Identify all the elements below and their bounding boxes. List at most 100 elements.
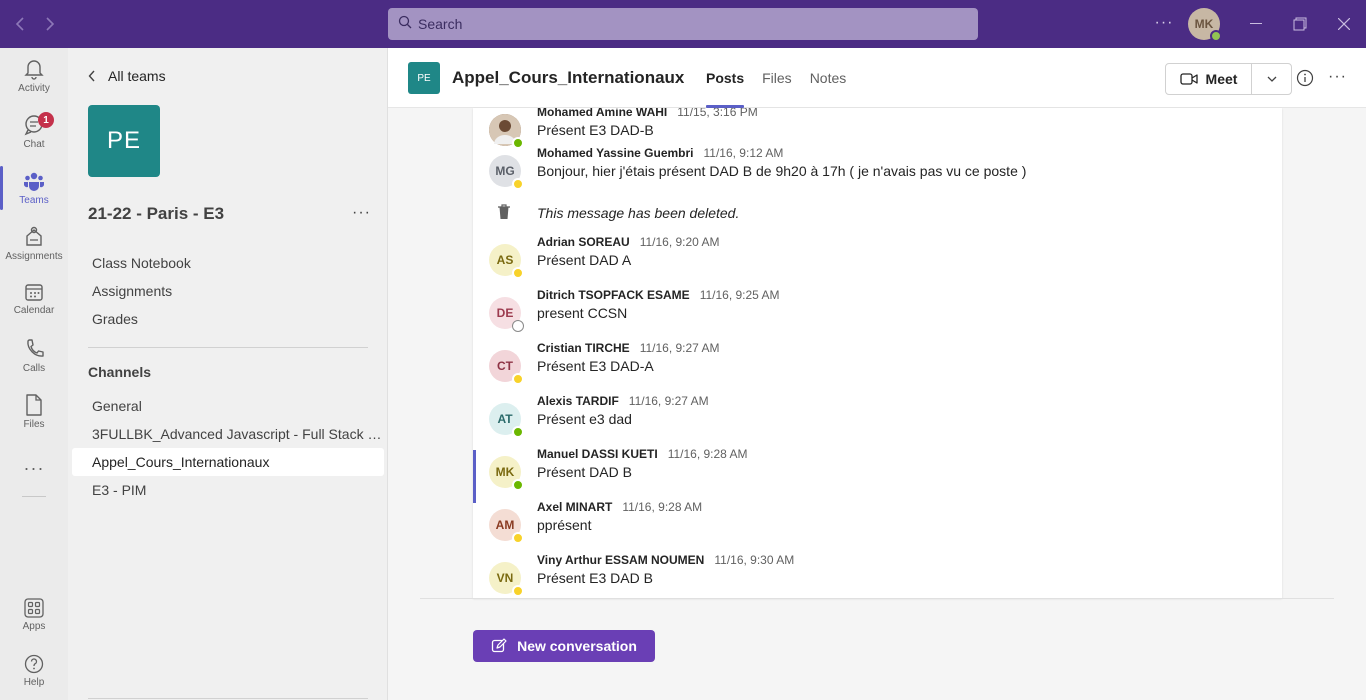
chevron-down-icon xyxy=(1267,76,1276,82)
back-arrow-icon[interactable] xyxy=(10,12,30,36)
link-class-notebook[interactable]: Class Notebook xyxy=(92,254,191,282)
app-calls[interactable]: Calls xyxy=(0,328,68,384)
avatar-initials: MG xyxy=(495,164,515,178)
phone-icon xyxy=(27,339,44,357)
team-links: Class Notebook Assignments Grades xyxy=(92,254,191,338)
deleted-text: This message has been deleted. xyxy=(537,205,740,221)
all-teams-link[interactable]: All teams xyxy=(88,68,166,84)
author[interactable]: Viny Arthur ESSAM NOUMEN xyxy=(537,553,704,567)
meet-button[interactable]: Meet xyxy=(1166,64,1252,94)
tab-files[interactable]: Files xyxy=(762,70,792,108)
message-body: Présent E3 DAD-B xyxy=(537,122,654,138)
app-label: Assignments xyxy=(5,251,63,262)
app-activity[interactable]: Activity xyxy=(0,48,68,104)
help-icon xyxy=(24,654,44,674)
channel-appel-cours[interactable]: Appel_Cours_Internationaux xyxy=(72,448,384,476)
message-body: Présent E3 DAD-A xyxy=(537,358,654,374)
meet-label: Meet xyxy=(1205,71,1238,87)
team-panel: All teams PE 21-22 - Paris - E3 ··· Clas… xyxy=(68,48,388,700)
channel-title: Appel_Cours_Internationaux xyxy=(452,68,685,87)
app-calendar[interactable]: Calendar xyxy=(0,272,68,328)
more-options-icon[interactable]: ··· xyxy=(1154,12,1174,36)
presence-available xyxy=(512,137,524,149)
all-teams-label: All teams xyxy=(108,68,166,84)
app-label: Activity xyxy=(18,83,50,94)
timestamp: 11/16, 9:25 AM xyxy=(699,288,780,302)
divider xyxy=(420,598,1334,599)
avatar: DE xyxy=(489,297,524,332)
message-meta: Adrian SOREAU 11/16, 9:20 AM xyxy=(537,235,720,249)
search-icon xyxy=(398,15,412,34)
message-meta: Ditrich TSOPFACK ESAME 11/16, 9:25 AM xyxy=(537,288,780,302)
nav-arrows xyxy=(10,12,60,36)
app-files[interactable]: Files xyxy=(0,384,68,440)
chat-badge: 1 xyxy=(38,112,54,128)
channel-list: General 3FULLBK_Advanced Javascript - Fu… xyxy=(72,392,384,504)
link-assignments[interactable]: Assignments xyxy=(92,282,191,310)
avatar: AM xyxy=(489,509,524,544)
presence-available xyxy=(512,426,524,438)
author[interactable]: Mohamed Yassine Guembri xyxy=(537,146,694,160)
app-chat[interactable]: 1 Chat xyxy=(0,104,68,160)
app-label: Files xyxy=(23,419,45,430)
app-bar: Activity 1 Chat Teams Assignments Calend… xyxy=(0,48,68,700)
message-meta: Alexis TARDIF 11/16, 9:27 AM xyxy=(537,394,709,408)
app-bar-divider xyxy=(22,496,46,497)
author[interactable]: Ditrich TSOPFACK ESAME xyxy=(537,288,690,302)
timestamp: 11/16, 9:28 AM xyxy=(622,500,703,514)
app-help[interactable]: Help xyxy=(0,644,68,700)
search-input[interactable] xyxy=(418,16,958,32)
link-grades[interactable]: Grades xyxy=(92,310,191,338)
timestamp: 11/15, 3:16 PM xyxy=(677,108,758,119)
forward-arrow-icon[interactable] xyxy=(40,12,60,36)
author[interactable]: Axel MINART xyxy=(537,500,612,514)
app-assignments[interactable]: Assignments xyxy=(0,216,68,272)
avatar-initials: AS xyxy=(496,253,514,267)
tab-notes[interactable]: Notes xyxy=(810,70,847,108)
presence-away xyxy=(512,373,524,385)
list-item: MG Mohamed Yassine Guembri 11/16, 9:12 AM… xyxy=(473,146,1282,208)
author[interactable]: Alexis TARDIF xyxy=(537,394,619,408)
avatar-initials: AT xyxy=(497,412,513,426)
message-meta: Axel MINART 11/16, 9:28 AM xyxy=(537,500,702,514)
restore-icon[interactable] xyxy=(1288,12,1312,36)
author[interactable]: Adrian SOREAU xyxy=(537,235,630,249)
app-teams[interactable]: Teams xyxy=(0,160,68,216)
user-avatar[interactable]: MK xyxy=(1188,8,1222,42)
avatar-initials: CT xyxy=(497,359,513,373)
divider xyxy=(88,698,368,699)
minimize-icon[interactable] xyxy=(1244,12,1268,36)
message-meta: Mohamed Amine WAHI 11/15, 3:16 PM xyxy=(537,108,758,119)
team-tile: PE xyxy=(88,105,160,177)
message-body: pprésent xyxy=(537,517,592,533)
user-initials: MK xyxy=(1194,17,1214,31)
info-icon[interactable] xyxy=(1296,69,1314,92)
author[interactable]: Mohamed Amine WAHI xyxy=(537,108,667,119)
channel-icon: PE xyxy=(408,62,440,94)
message-body: present CCSN xyxy=(537,305,628,321)
timestamp: 11/16, 9:27 AM xyxy=(639,341,720,355)
message-feed: Mohamed Amine WAHI 11/15, 3:16 PM Présent… xyxy=(473,108,1282,598)
app-label: Chat xyxy=(23,139,45,150)
team-more-icon[interactable]: ··· xyxy=(352,204,371,222)
timestamp: 11/16, 9:28 AM xyxy=(667,447,748,461)
meet-dropdown[interactable] xyxy=(1252,64,1291,94)
channel-general[interactable]: General xyxy=(72,392,384,420)
new-conversation-button[interactable]: New conversation xyxy=(473,630,655,662)
author[interactable]: Cristian TIRCHE xyxy=(537,341,630,355)
header-more-icon[interactable]: ··· xyxy=(1328,68,1347,86)
close-icon[interactable] xyxy=(1332,12,1356,36)
app-apps[interactable]: Apps xyxy=(0,588,68,644)
apps-icon xyxy=(24,598,44,618)
avatar: AS xyxy=(489,244,524,279)
app-label: Help xyxy=(23,677,45,688)
author[interactable]: Manuel DASSI KUETI xyxy=(537,447,658,461)
tab-posts[interactable]: Posts xyxy=(706,70,745,108)
channel-e3-pim[interactable]: E3 - PIM xyxy=(72,476,384,504)
search-box[interactable] xyxy=(388,8,978,40)
trash-icon xyxy=(497,204,511,225)
message-body: Présent E3 DAD B xyxy=(537,570,653,586)
app-label: Apps xyxy=(22,621,46,632)
channel-advanced-javascript[interactable]: 3FULLBK_Advanced Javascript - Full Stack… xyxy=(72,420,384,448)
presence-offline xyxy=(512,320,524,332)
